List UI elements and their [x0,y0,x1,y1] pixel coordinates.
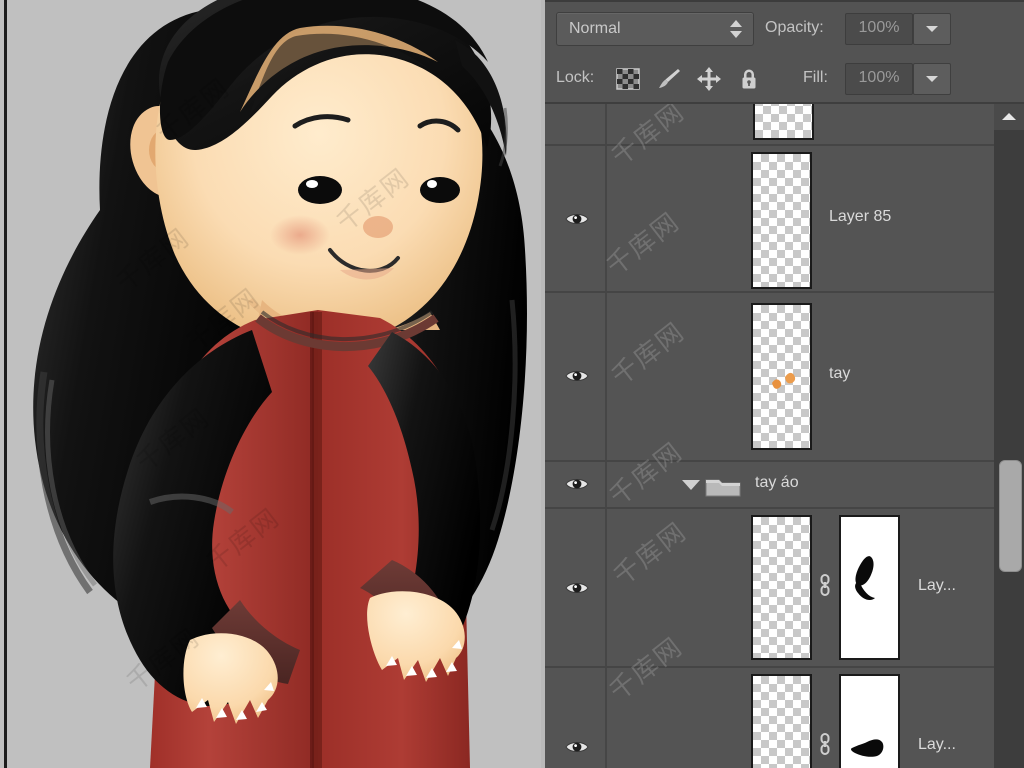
table-row[interactable]: Lay... [545,509,994,668]
table-row[interactable]: Lay... [545,668,994,768]
move-arrows-icon[interactable] [696,66,722,92]
group-name[interactable]: tay áo [755,474,799,492]
paintbrush-icon[interactable] [656,66,682,92]
layers-panel: Normal Opacity: 100% Lock: Fill: 100% La… [545,0,1024,768]
canvas-left-border [4,0,7,768]
folder-icon [705,472,741,498]
fill-dropdown-button[interactable] [913,63,951,95]
eye-visibility-icon[interactable] [565,476,589,492]
photoshop-window: 千库网 千库网 千库网 千库网 千库网 千库网 千库网 Normal Opaci… [0,0,1024,768]
chevron-down-icon [926,76,938,82]
blend-mode-row: Normal Opacity: 100% [545,2,1024,56]
row-divider [605,462,607,507]
updown-spinner-icon[interactable] [729,20,743,38]
opacity-value: 100% [858,19,900,36]
table-row[interactable]: Layer 85 [545,146,994,293]
link-chain-icon[interactable] [818,574,832,596]
table-row[interactable]: tay [545,293,994,462]
row-divider [605,668,607,768]
fill-value: 100% [858,69,900,86]
layer-thumbnail[interactable] [751,674,812,768]
lock-row: Lock: Fill: 100% [545,54,1024,104]
layer-thumbnail[interactable] [751,515,812,660]
chevron-down-icon [926,26,938,32]
opacity-input[interactable]: 100% [845,13,913,45]
row-divider [605,293,607,460]
eye-visibility-icon[interactable] [565,368,589,384]
layer-name[interactable]: Lay... [918,736,956,754]
row-divider [605,104,607,144]
row-divider [605,509,607,666]
scrollbar-thumb[interactable] [999,460,1022,572]
layer-name[interactable]: tay [829,365,850,383]
opacity-dropdown-button[interactable] [913,13,951,45]
layer-name[interactable]: Lay... [918,577,956,595]
blend-mode-label: Normal [569,20,621,37]
scrollbar-track[interactable] [994,104,1024,768]
layer-name[interactable]: Layer 85 [829,208,891,226]
layer-thumbnail[interactable] [751,303,812,450]
fill-input[interactable]: 100% [845,63,913,95]
row-divider [605,146,607,291]
eye-visibility-icon[interactable] [565,211,589,227]
link-chain-icon[interactable] [818,733,832,755]
eye-visibility-icon[interactable] [565,580,589,596]
layer-mask-thumbnail[interactable] [839,515,900,660]
layer-mask-thumbnail[interactable] [839,674,900,768]
layer-thumbnail[interactable] [751,152,812,289]
fill-label: Fill: [803,69,828,86]
eye-visibility-icon[interactable] [565,739,589,755]
layer-thumbnail[interactable] [753,104,814,140]
scroll-up-button[interactable] [994,104,1024,130]
lock-label: Lock: [556,69,595,86]
layer-list[interactable]: Layer 85 tay tay áo Lay... Lay... [545,104,994,768]
mask-content [855,556,875,601]
document-canvas[interactable]: 千库网 千库网 千库网 千库网 千库网 千库网 千库网 [0,0,545,768]
blend-mode-select[interactable]: Normal [556,12,754,46]
padlock-icon[interactable] [736,66,762,92]
opacity-label: Opacity: [765,19,824,36]
artwork-illustration [0,0,545,768]
table-row[interactable] [545,104,994,146]
thumbnail-content [772,372,796,389]
checkerboard-icon[interactable] [615,66,641,92]
triangle-up-icon [1002,113,1016,120]
table-row[interactable]: tay áo [545,462,994,509]
triangle-down-icon[interactable] [682,480,700,490]
mask-content [851,739,884,757]
